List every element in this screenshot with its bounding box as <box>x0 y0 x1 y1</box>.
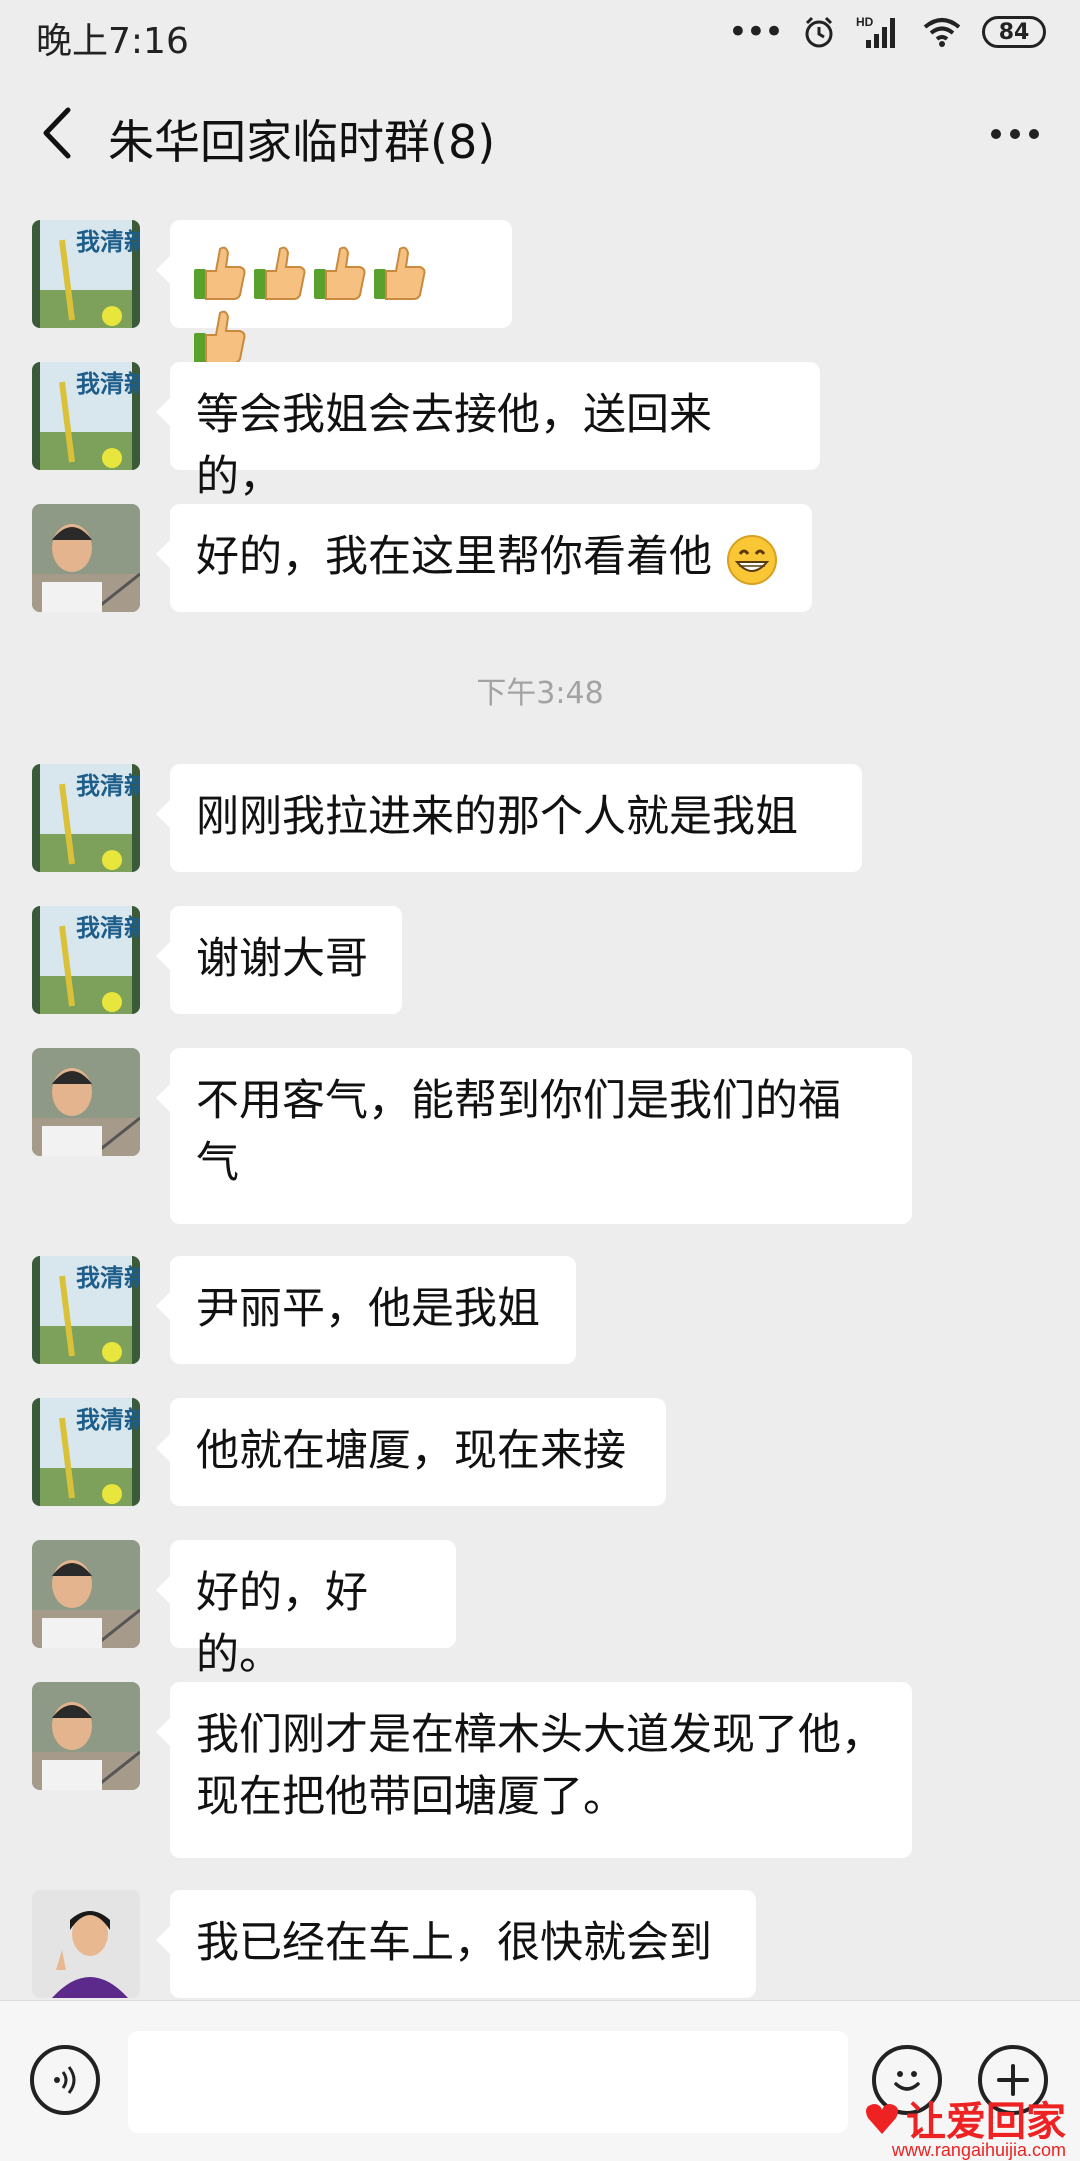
thumbs-up-icon <box>194 246 246 300</box>
avatar-man[interactable] <box>32 1048 140 1156</box>
avatar-book-cover[interactable]: 我清新 <box>32 220 140 328</box>
back-icon[interactable] <box>30 100 90 166</box>
chat-input-bar: 让爱回家 www.rangaihuijia.com <box>0 2000 1080 2161</box>
watermark-text: 让爱回家 <box>906 2098 1066 2145</box>
avatar-man[interactable] <box>32 504 140 612</box>
thumbs-up-icon <box>374 246 426 300</box>
avatar-man[interactable] <box>32 1682 140 1790</box>
watermark-logo: 让爱回家 <box>862 2089 1066 2147</box>
message-line: 我们刚才是在樟木头大道发现了他， <box>196 1710 884 1760</box>
message-bubble[interactable]: 刚刚我拉进来的那个人就是我姐 <box>156 764 862 872</box>
grin-emoji-icon <box>726 534 777 585</box>
alarm-icon <box>805 16 833 48</box>
chat-title: 朱华回家临时群(8) <box>108 115 496 169</box>
svg-text:我清新: 我清新 <box>76 772 140 800</box>
message-bubble[interactable]: 谢谢大哥 <box>156 906 402 1014</box>
heart-logo-icon <box>866 2104 898 2134</box>
message-line: 气 <box>196 1138 239 1188</box>
avatar-woman[interactable] <box>32 1890 140 1998</box>
status-time: 晚上7:16 <box>36 21 189 62</box>
svg-text:我清新: 我清新 <box>76 914 140 942</box>
thumbs-up-icon <box>254 246 306 300</box>
voice-icon <box>54 2066 76 2094</box>
message-line: 不用客气，能帮到你们是我们的福 <box>196 1076 841 1126</box>
avatar-man[interactable] <box>32 1540 140 1648</box>
svg-text:我清新: 我清新 <box>76 1406 140 1434</box>
svg-text:HD: HD <box>856 15 874 29</box>
avatar-book-cover[interactable]: 我清新 <box>32 906 140 1014</box>
message-bubble[interactable]: 尹丽平，他是我姐 <box>156 1256 576 1364</box>
status-bar: 晚上7:16 ••• HD 84 <box>0 0 1080 70</box>
more-options-icon[interactable] <box>980 104 1050 164</box>
message-input[interactable] <box>128 2031 848 2133</box>
status-icons: ••• HD 84 <box>728 14 1046 50</box>
message-bubble[interactable]: 他就在塘厦，现在来接 <box>156 1398 666 1506</box>
message-text: 好的，我在这里帮你看着他 <box>196 532 712 582</box>
avatar-book-cover[interactable]: 我清新 <box>32 362 140 470</box>
message-bubble[interactable]: 我已经在车上，很快就会到 <box>156 1890 756 1998</box>
message-line: 现在把他带回塘厦了。 <box>196 1772 626 1822</box>
message-bubble[interactable]: 不用客气，能帮到你们是我们的福 气 <box>156 1048 912 1224</box>
wifi-icon <box>923 18 961 47</box>
avatar-book-cover[interactable]: 我清新 <box>32 1256 140 1364</box>
thumbs-up-icon <box>314 246 366 300</box>
message-bubble[interactable]: 好的，我在这里帮你看着他 <box>156 504 812 612</box>
battery-icon: 84 <box>982 16 1046 48</box>
signal-hd-icon: HD <box>856 15 895 48</box>
avatar-book-cover[interactable]: 我清新 <box>32 764 140 872</box>
message-timestamp: 下午3:48 <box>476 676 604 711</box>
message-bubble[interactable]: 我们刚才是在樟木头大道发现了他， 现在把他带回塘厦了。 <box>156 1682 912 1858</box>
svg-text:我清新: 我清新 <box>76 228 140 256</box>
svg-text:我清新: 我清新 <box>76 1264 140 1292</box>
svg-text:我清新: 我清新 <box>76 370 140 398</box>
avatar-book-cover[interactable]: 我清新 <box>32 1398 140 1506</box>
thumbs-up-emoji-row <box>192 244 432 364</box>
voice-input-button[interactable] <box>30 2045 100 2115</box>
message-bubble[interactable] <box>156 220 512 364</box>
more-notifications-icon: ••• <box>727 12 784 52</box>
thumbs-up-icon <box>194 310 246 364</box>
watermark-url: www.rangaihuijia.com <box>891 2140 1066 2160</box>
message-bubble[interactable]: 等会我姐会去接他，送回来的， <box>156 362 820 502</box>
chat-header: 朱华回家临时群(8) <box>0 70 1080 196</box>
message-bubble[interactable]: 好的，好的。 <box>156 1540 456 1680</box>
